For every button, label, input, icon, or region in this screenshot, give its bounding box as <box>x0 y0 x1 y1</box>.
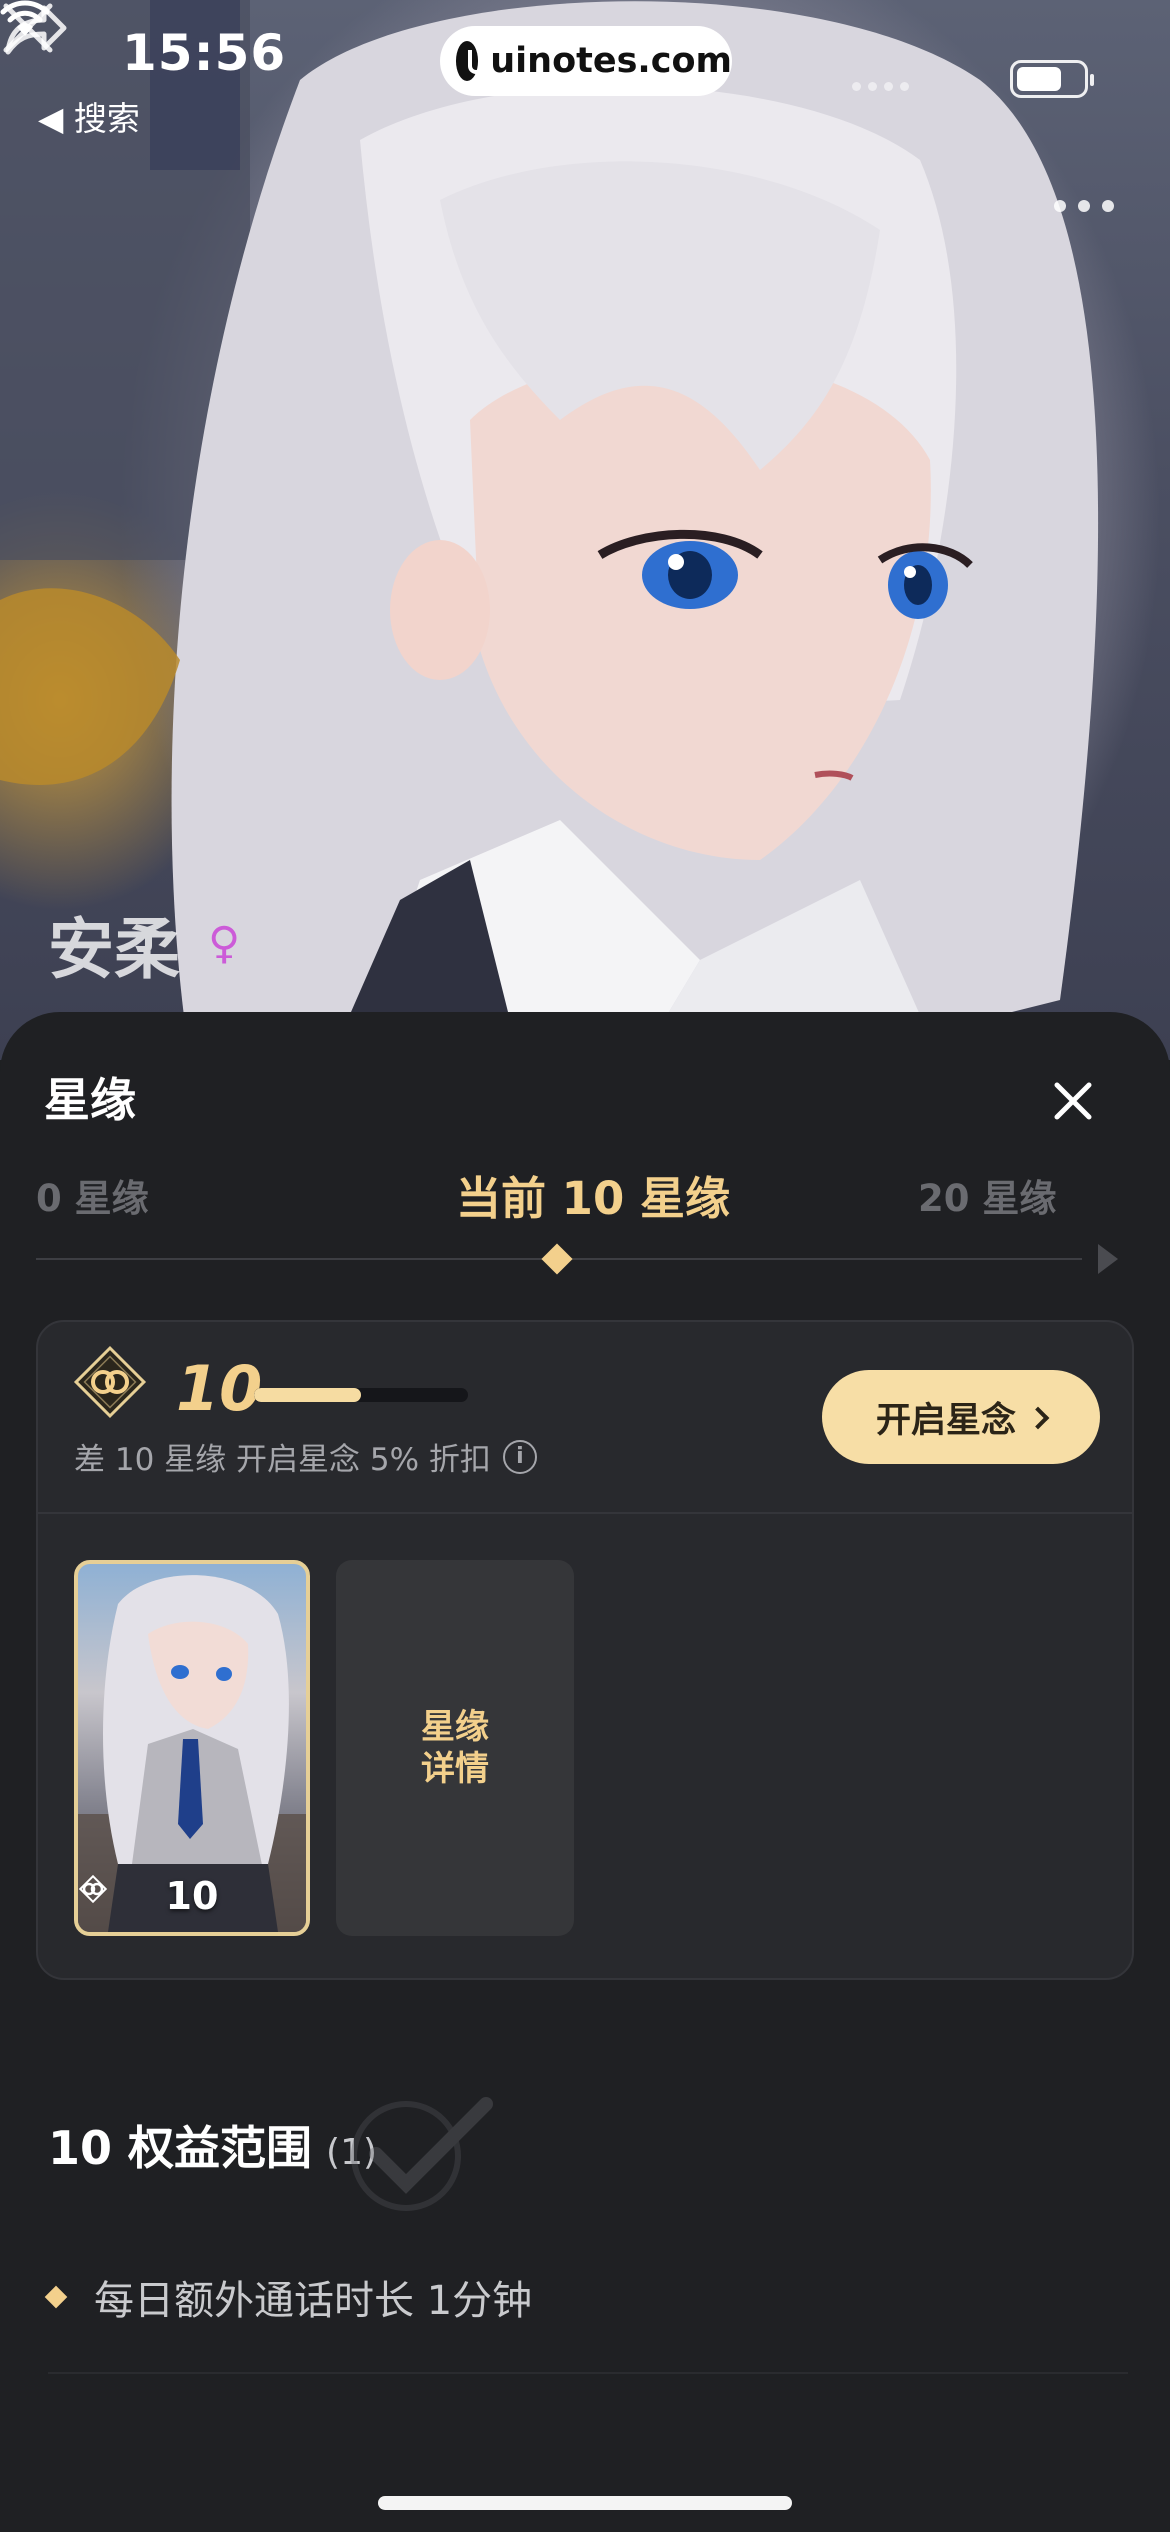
checkmark-watermark-icon <box>351 2097 493 2211</box>
battery-icon <box>1010 60 1094 98</box>
home-indicator[interactable] <box>378 2496 792 2510</box>
status-time: 15:56 <box>122 24 287 82</box>
star-bond-sheet: 星缘 0 星缘 当前 10 星缘 20 星缘 10 差 10 星缘 开启星念 5… <box>0 1012 1170 2532</box>
sheet-title: 星缘 <box>44 1073 136 1127</box>
hero-background: 15:56 ◀ 搜索 uinotes.com 安柔 ♀ <box>0 0 1170 1060</box>
tier-next-label[interactable]: 20 星缘 <box>918 1168 1056 1222</box>
benefit-item: 每日额外通话时长 1分钟 <box>44 2268 533 2326</box>
star-bond-mini-icon <box>78 1874 108 1904</box>
star-bond-card: 10 差 10 星缘 开启星念 5% 折扣 i 开启星念 10 星缘详情 <box>36 1320 1134 1980</box>
tier-current-marker <box>541 1243 573 1275</box>
url-pill[interactable]: uinotes.com <box>440 26 732 96</box>
back-to-search-link[interactable]: ◀ 搜索 <box>38 92 140 140</box>
info-icon[interactable]: i <box>502 1439 537 1474</box>
benefit-divider <box>48 2372 1128 2374</box>
tier-previous-label[interactable]: 0 星缘 <box>36 1168 149 1222</box>
chevron-right-icon <box>1026 1406 1050 1430</box>
level-progress-fill <box>254 1388 361 1402</box>
more-icon[interactable] <box>1054 200 1114 212</box>
site-logo-icon <box>456 41 493 81</box>
star-bond-badge-icon <box>73 1345 147 1419</box>
card-divider <box>38 1512 1132 1514</box>
level-progress-bar <box>254 1388 468 1402</box>
discount-hint-text: 差 10 星缘 开启星念 5% 折扣 <box>74 1442 491 1478</box>
character-name: 安柔 <box>48 911 180 988</box>
card-level-label: 10 <box>78 1874 306 1918</box>
star-bond-details-button[interactable]: 星缘详情 <box>336 1560 574 1936</box>
benefits-heading: 10 权益范围 (1) <box>48 2112 377 2178</box>
tier-next-arrow-icon[interactable] <box>1098 1244 1118 1274</box>
star-bond-details-label: 星缘详情 <box>421 1707 489 1789</box>
close-icon[interactable] <box>1052 1080 1094 1122</box>
url-text: uinotes.com <box>490 41 732 81</box>
share-icon[interactable] <box>0 0 70 60</box>
star-bond-level: 10 <box>176 1352 263 1425</box>
open-star-wish-label: 开启星念 <box>875 1400 1016 1441</box>
card-level-value: 10 <box>165 1874 219 1918</box>
discount-hint: 差 10 星缘 开启星念 5% 折扣 i <box>74 1434 537 1479</box>
open-star-wish-button[interactable]: 开启星念 <box>822 1370 1100 1464</box>
tier-current-label: 当前 10 星缘 <box>456 1172 730 1225</box>
benefit-item-text: 每日额外通话时长 1分钟 <box>94 2278 533 2324</box>
character-card-thumbnail[interactable]: 10 <box>74 1560 310 1936</box>
cellular-signal-icon <box>852 82 909 91</box>
diamond-bullet-icon <box>44 2285 68 2309</box>
benefits-title: 10 权益范围 <box>48 2121 313 2175</box>
female-gender-icon: ♀ <box>208 918 241 969</box>
